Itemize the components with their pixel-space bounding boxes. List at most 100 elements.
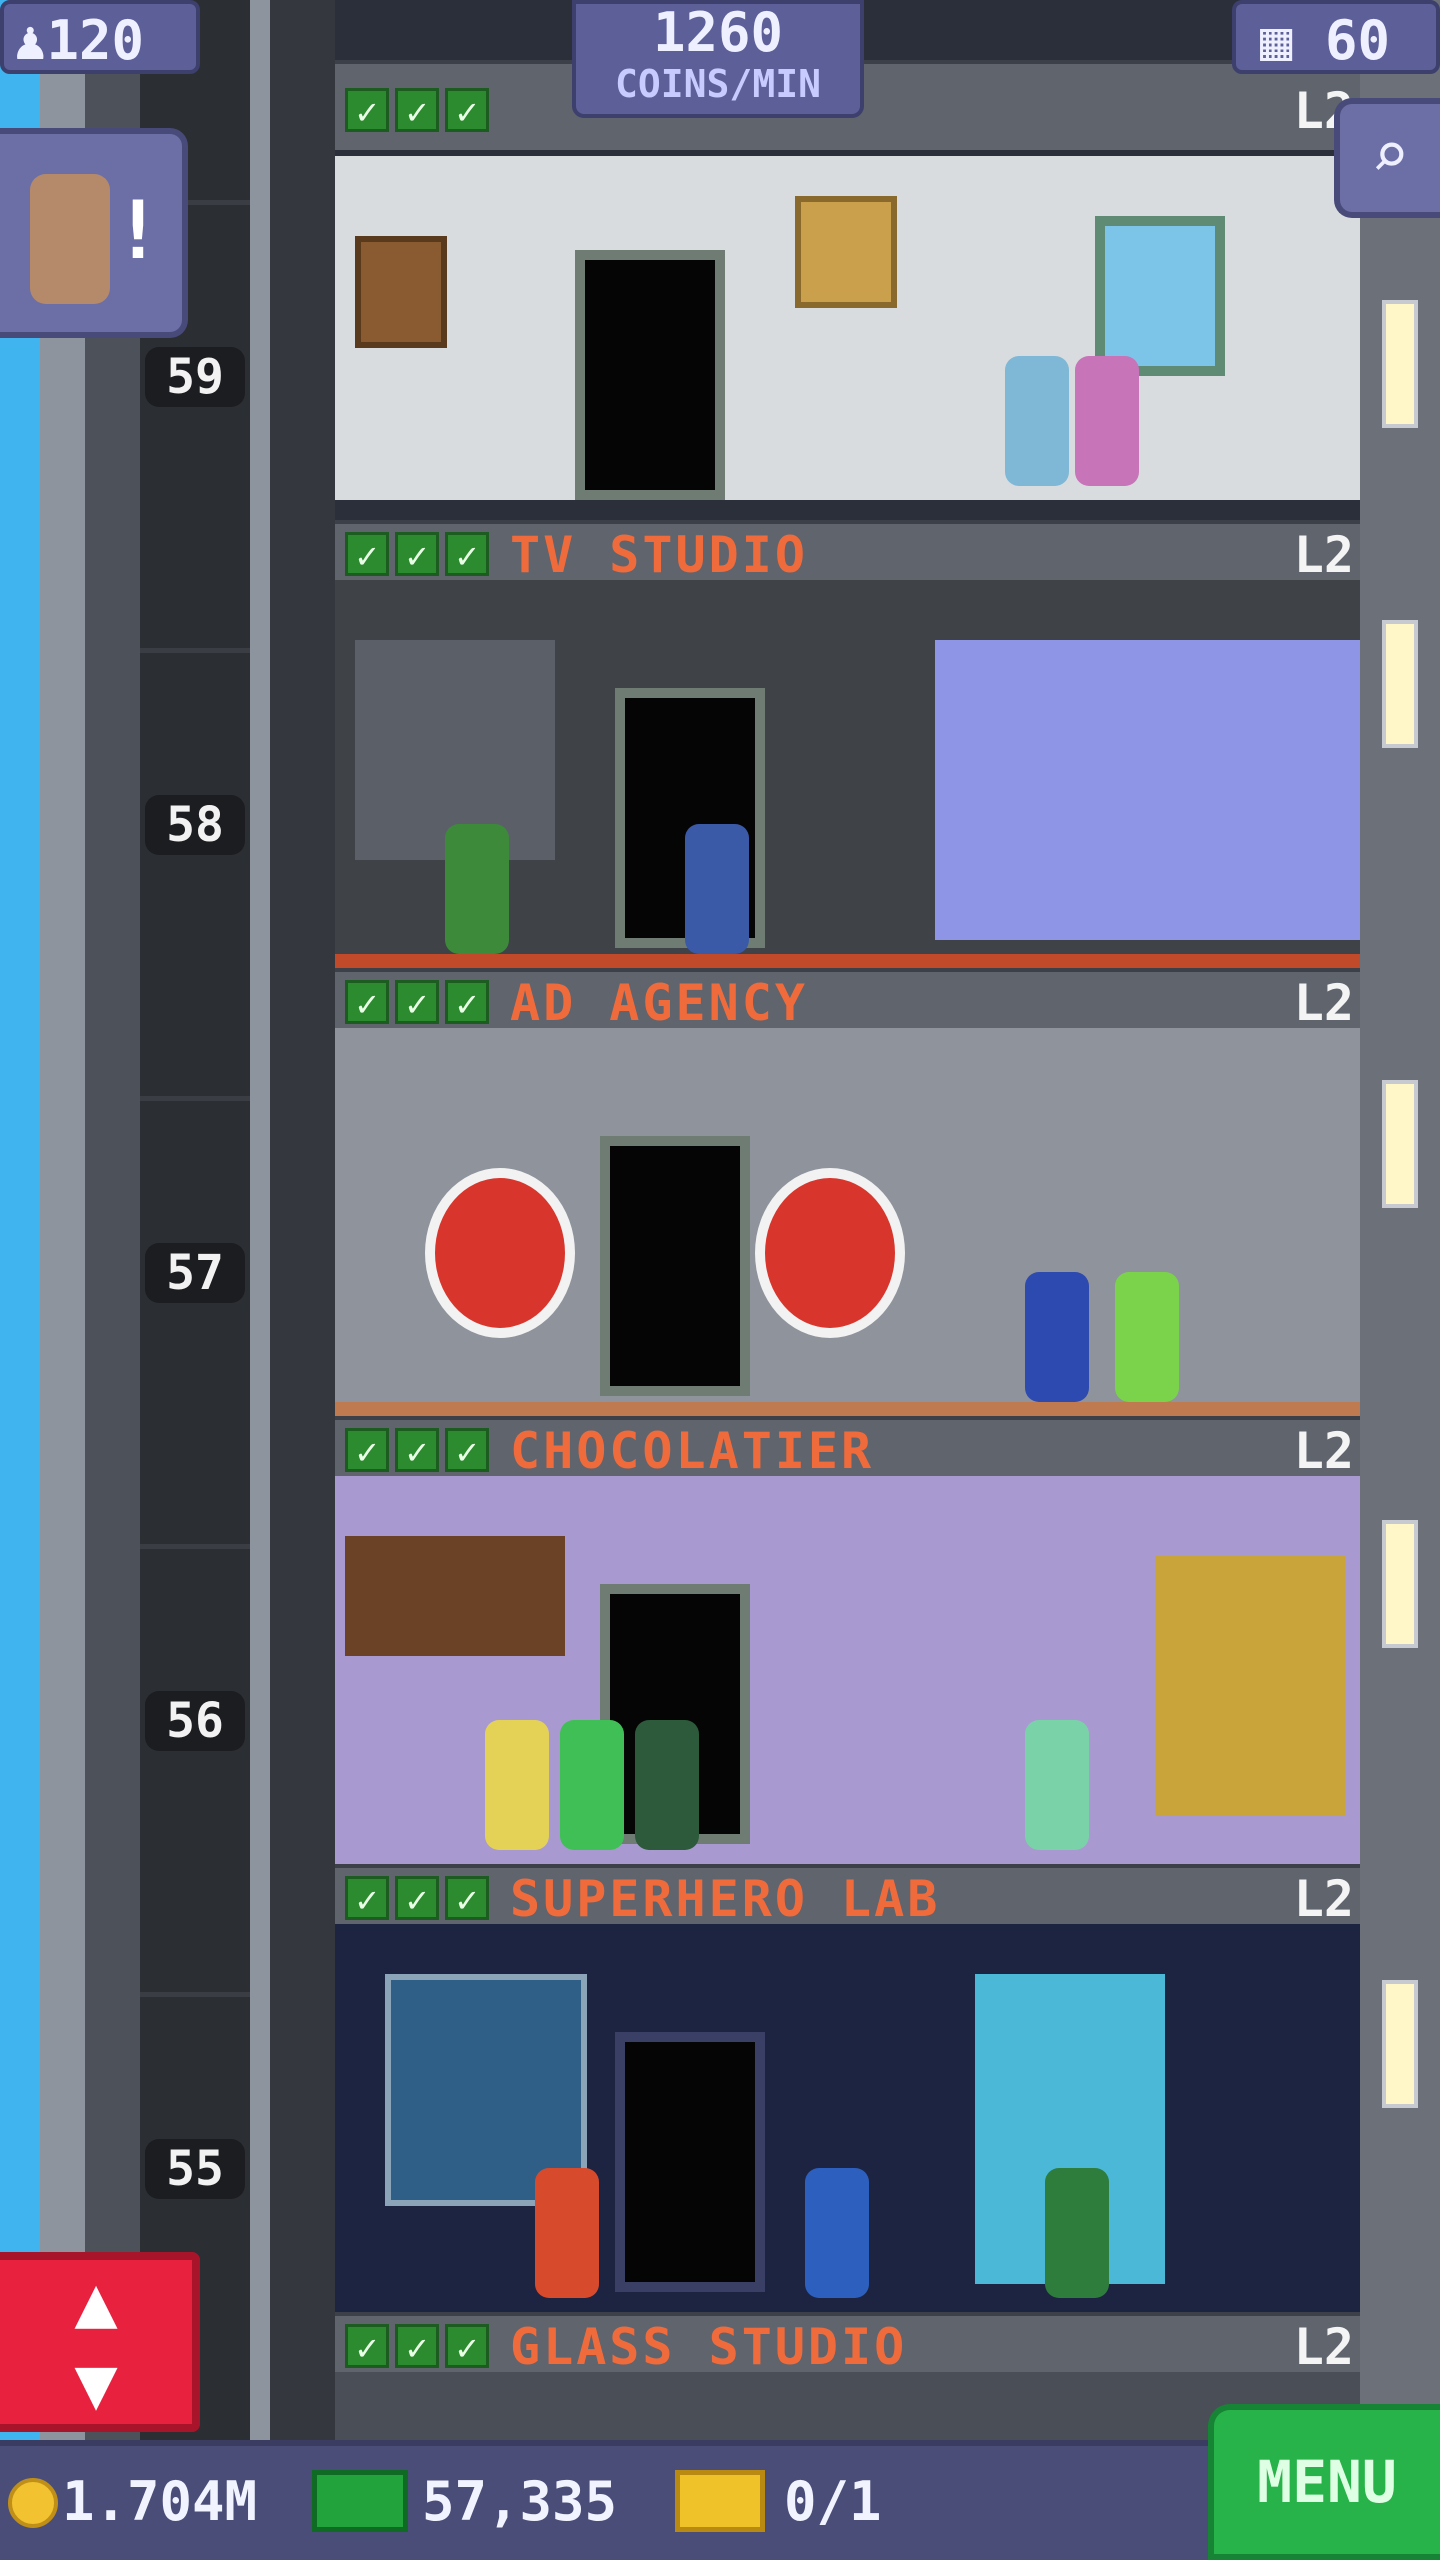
window — [1095, 216, 1225, 376]
floor-header[interactable]: ✓ ✓ ✓ TV STUDIO L2 — [335, 520, 1360, 584]
check-icon: ✓ — [395, 2324, 439, 2369]
resident[interactable] — [685, 824, 749, 954]
floor-level: L2 — [1293, 974, 1354, 1032]
visitor-button[interactable]: ! — [0, 128, 188, 338]
floor-header[interactable]: ✓ ✓ ✓ GLASS STUDIO L2 — [335, 2312, 1360, 2376]
menu-button[interactable]: MENU — [1208, 2404, 1440, 2560]
check-icon: ✓ — [445, 980, 489, 1025]
floor-top-partial[interactable]: ✓ ✓ ✓ L2 — [335, 60, 1360, 500]
coins-rate-unit: COINS/MIN — [615, 62, 821, 106]
tower-edge — [1360, 0, 1440, 2440]
floor-header[interactable]: ✓ ✓ ✓ CHOCOLATIER L2 — [335, 1416, 1360, 1480]
population-counter[interactable]: ♟120 — [0, 0, 200, 74]
resident[interactable] — [1075, 356, 1139, 486]
painting — [355, 236, 447, 348]
floor-level: L2 — [1293, 526, 1354, 584]
floor-level: L2 — [1293, 2318, 1354, 2376]
alert-icon: ! — [113, 184, 162, 277]
chocolate-shelf — [345, 1536, 565, 1656]
floor-ad-agency[interactable]: ✓ ✓ ✓ AD AGENCY L2 — [335, 968, 1360, 1416]
floor-checks: ✓ ✓ ✓ — [345, 1876, 489, 1921]
check-icon: ✓ — [445, 2324, 489, 2369]
floor-number-55: 55 — [145, 2139, 245, 2199]
resident[interactable] — [535, 2168, 599, 2298]
check-icon: ✓ — [395, 1428, 439, 1473]
resident[interactable] — [635, 1720, 699, 1850]
room-interior[interactable] — [335, 156, 1360, 500]
floor-checks: ✓ ✓ ✓ — [345, 532, 489, 577]
room-floor — [335, 954, 1360, 968]
floor-header[interactable]: ✓ ✓ ✓ SUPERHERO LAB L2 — [335, 1864, 1360, 1928]
floor-level: L2 — [1293, 1870, 1354, 1928]
resident[interactable] — [560, 1720, 624, 1850]
visitor-avatar — [30, 174, 110, 304]
resident[interactable] — [1005, 356, 1069, 486]
bux-bill-icon — [312, 2470, 408, 2532]
room-interior[interactable] — [335, 2372, 1360, 2440]
floor-number-56: 56 — [145, 1691, 245, 1751]
golden-ticket-icon — [675, 2470, 765, 2532]
check-icon: ✓ — [395, 980, 439, 1025]
floor-checks: ✓ ✓ ✓ — [345, 2324, 489, 2369]
check-icon: ✓ — [345, 1876, 389, 1921]
floor-name: SUPERHERO LAB — [510, 1870, 941, 1928]
floors-counter[interactable]: ▦ 60 — [1232, 0, 1440, 74]
check-icon: ✓ — [445, 1876, 489, 1921]
resident[interactable] — [1045, 2168, 1109, 2298]
tower-window — [1382, 620, 1418, 748]
search-button[interactable]: ⌕ — [1334, 98, 1440, 218]
check-icon: ✓ — [345, 88, 389, 133]
check-icon: ✓ — [395, 1876, 439, 1921]
floor-header[interactable]: ✓ ✓ ✓ AD AGENCY L2 — [335, 968, 1360, 1032]
elevator-button[interactable]: ▲ ▼ — [0, 2252, 200, 2432]
floor-checks: ✓ ✓ ✓ — [345, 1428, 489, 1473]
floor-number-58: 58 — [145, 795, 245, 855]
resident[interactable] — [445, 824, 509, 954]
room-floor — [335, 1402, 1360, 1416]
tower-window — [1382, 1080, 1418, 1208]
check-icon: ✓ — [445, 88, 489, 133]
bux-balance[interactable]: 57,335 — [422, 2462, 617, 2542]
check-icon: ✓ — [345, 980, 389, 1025]
coins-balance[interactable]: 1.704M — [62, 2462, 257, 2542]
room-interior[interactable] — [335, 1476, 1360, 1864]
floor-name: CHOCOLATIER — [510, 1422, 875, 1480]
room-interior[interactable] — [335, 1924, 1360, 2312]
room-door — [575, 250, 725, 500]
room-interior[interactable] — [335, 580, 1360, 968]
floor-number-57: 57 — [145, 1243, 245, 1303]
floor-chocolatier[interactable]: ✓ ✓ ✓ CHOCOLATIER L2 — [335, 1416, 1360, 1864]
tower-window — [1382, 300, 1418, 428]
coin-icon — [8, 2478, 58, 2528]
floor-name: AD AGENCY — [510, 974, 808, 1032]
coins-per-minute[interactable]: 1260 COINS/MIN — [572, 0, 864, 118]
resident[interactable] — [485, 1720, 549, 1850]
floor-glass-studio[interactable]: ✓ ✓ ✓ GLASS STUDIO L2 — [335, 2312, 1360, 2440]
resident[interactable] — [1025, 1272, 1089, 1402]
tower-window — [1382, 1980, 1418, 2108]
floor-superhero-lab[interactable]: ✓ ✓ ✓ SUPERHERO LAB L2 — [335, 1864, 1360, 2312]
floors-value: 60 — [1325, 9, 1391, 72]
down-arrow-icon: ▼ — [74, 2341, 118, 2425]
tower-window — [1382, 1520, 1418, 1648]
room-door — [615, 2032, 765, 2292]
magnifier-icon: ⌕ — [1370, 119, 1410, 193]
floor-name: GLASS STUDIO — [510, 2318, 908, 2376]
egg-chair — [755, 1168, 905, 1338]
coins-rate-value: 1260 — [652, 1, 784, 64]
resident[interactable] — [1025, 1720, 1089, 1850]
population-value: 120 — [46, 9, 145, 72]
resident[interactable] — [805, 2168, 869, 2298]
floor-name: TV STUDIO — [510, 526, 808, 584]
room-interior[interactable] — [335, 1028, 1360, 1416]
green-screen — [935, 640, 1360, 940]
golden-tickets[interactable]: 0/1 — [784, 2462, 882, 2542]
check-icon: ✓ — [345, 532, 389, 577]
resident[interactable] — [1115, 1272, 1179, 1402]
shaft-rail-right — [250, 0, 270, 2440]
painting — [795, 196, 897, 308]
check-icon: ✓ — [395, 532, 439, 577]
shaft-wall — [270, 0, 335, 2440]
floor-tv-studio[interactable]: ✓ ✓ ✓ TV STUDIO L2 — [335, 520, 1360, 968]
egg-chair — [425, 1168, 575, 1338]
